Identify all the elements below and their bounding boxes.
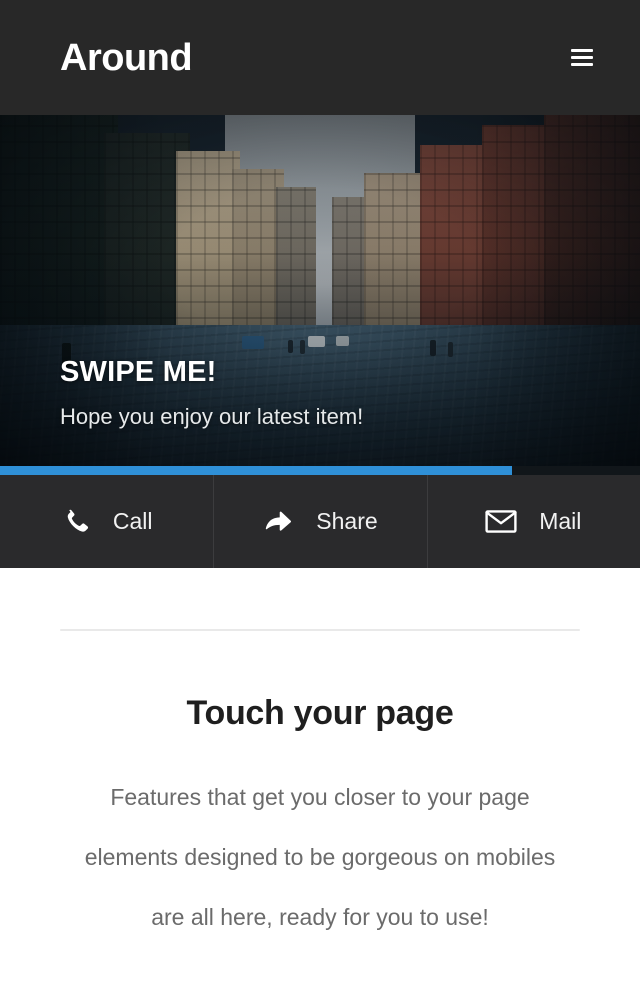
mail-button-label: Mail [539,508,582,534]
hamburger-menu-icon[interactable] [560,36,604,80]
call-button-label: Call [112,508,153,534]
hero-banner[interactable]: SWIPE ME! Hope you enjoy our latest item… [0,115,640,475]
hero-subtitle: Hope you enjoy our latest item! [60,403,364,429]
section-divider [60,629,580,631]
hamburger-bar-1 [571,49,593,52]
share-button[interactable]: Share [213,475,426,568]
content-section: Touch your page Features that get you cl… [0,629,640,947]
carousel-progress-fill [0,466,512,475]
section-title: Touch your page [186,694,454,732]
envelope-icon [485,509,517,534]
carousel-progress-bar[interactable] [0,466,640,475]
app-header: Around [0,0,640,115]
hero-caption: SWIPE ME! Hope you enjoy our latest item… [60,355,364,429]
call-button[interactable]: Call [0,475,213,568]
section-body-text: Features that get you closer to your pag… [84,784,556,930]
hamburger-bar-3 [571,63,593,66]
mail-button[interactable]: Mail [426,475,640,568]
hamburger-bar-2 [571,56,593,59]
page-root: Around SWIPE ME! Hope you enjoy our late… [0,0,640,988]
action-bar: Call Share Mail [0,475,640,568]
phone-icon [61,507,91,537]
share-arrow-icon [262,507,294,537]
hero-title: SWIPE ME! [60,355,217,388]
brand-title: Around [60,36,193,79]
share-button-label: Share [316,508,378,534]
